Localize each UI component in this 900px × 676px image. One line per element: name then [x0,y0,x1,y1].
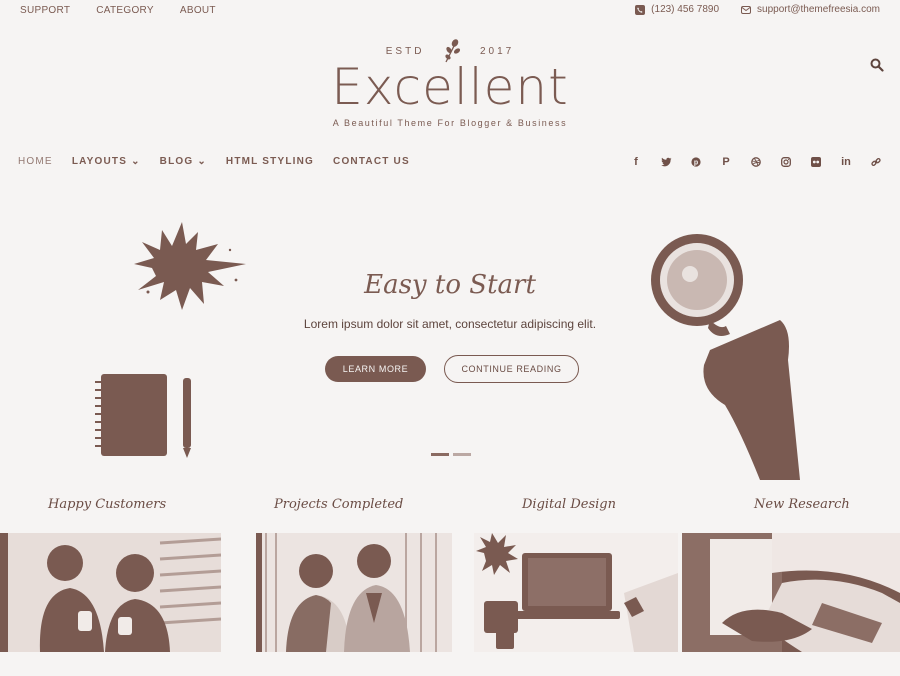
projects-completed-photo[interactable] [256,533,452,652]
nav-item-layouts[interactable]: Layouts ⌄ [72,156,141,167]
facebook-icon[interactable]: f [630,155,642,169]
slider-pagination [431,453,471,456]
feature-title-projects-completed[interactable]: Projects Completed [274,497,403,512]
contact-info: (123) 456 7890 support@themefreesia.com [635,4,880,15]
slide-dot-1[interactable] [431,453,449,456]
top-bar: Support Category About (123) 456 7890 su… [0,0,900,22]
search-icon[interactable] [870,58,884,72]
estd-label: ESTD [385,45,425,57]
notebook-image [95,374,191,458]
nav-item-html-styling[interactable]: HTML Styling [226,156,314,167]
nav-label-layouts: Layouts [71,156,128,167]
feature-title-digital-design[interactable]: Digital Design [522,497,616,512]
hero-slider: Easy to Start Lorem ipsum dolor sit amet… [0,190,900,480]
nav-item-contact-us[interactable]: Contact Us [333,156,410,167]
hero-title: Easy to Start [364,270,536,300]
nav-label-blog: Blog [159,156,194,167]
estd-year: 2017 [479,45,515,57]
chevron-down-icon: ⌄ [197,156,207,167]
site-tagline: A Beautiful Theme For Blogger & Business [332,118,568,128]
pinterest-icon[interactable]: p [690,155,702,169]
happy-customers-photo[interactable] [0,533,221,652]
main-nav: Home Layouts ⌄ Blog ⌄ HTML Styling Conta… [18,156,410,167]
coffee-cup-hand-image [651,234,800,480]
phone-number[interactable]: (123) 456 7890 [651,4,719,15]
hero-subtitle: Lorem ipsum dolor sit amet, consectetur … [303,317,597,331]
chevron-down-icon: ⌄ [131,156,141,167]
learn-more-button[interactable]: Learn More [325,356,426,382]
nav-item-blog[interactable]: Blog ⌄ [160,156,207,167]
feature-title-new-research[interactable]: New Research [754,497,850,512]
twitter-icon[interactable] [660,155,672,169]
instagram-icon[interactable] [780,155,792,169]
pinterest-p-icon[interactable]: P [720,155,732,169]
new-research-photo[interactable] [682,533,900,652]
email-icon [741,5,752,14]
top-link-support[interactable]: Support [20,5,70,16]
linkedin-icon[interactable]: in [840,155,852,169]
svg-text:p: p [694,160,698,167]
slide-dot-2[interactable] [453,453,471,456]
continue-reading-button[interactable]: Continue Reading [444,355,579,383]
phone-icon [635,4,646,15]
top-link-category[interactable]: Category [96,5,154,16]
email-address[interactable]: support@themefreesia.com [757,4,880,15]
feature-title-happy-customers[interactable]: Happy Customers [48,497,166,512]
top-link-about[interactable]: About [180,5,216,16]
feature-photos [0,533,900,652]
site-logo[interactable]: Excellent [0,58,900,116]
link-icon[interactable] [870,155,882,169]
nav-item-home[interactable]: Home [18,156,53,167]
social-icons: f p P in [630,155,882,169]
top-links: Support Category About [20,5,216,16]
dribbble-icon[interactable] [750,155,762,169]
flickr-icon[interactable] [810,155,822,169]
digital-design-photo[interactable] [474,533,678,652]
